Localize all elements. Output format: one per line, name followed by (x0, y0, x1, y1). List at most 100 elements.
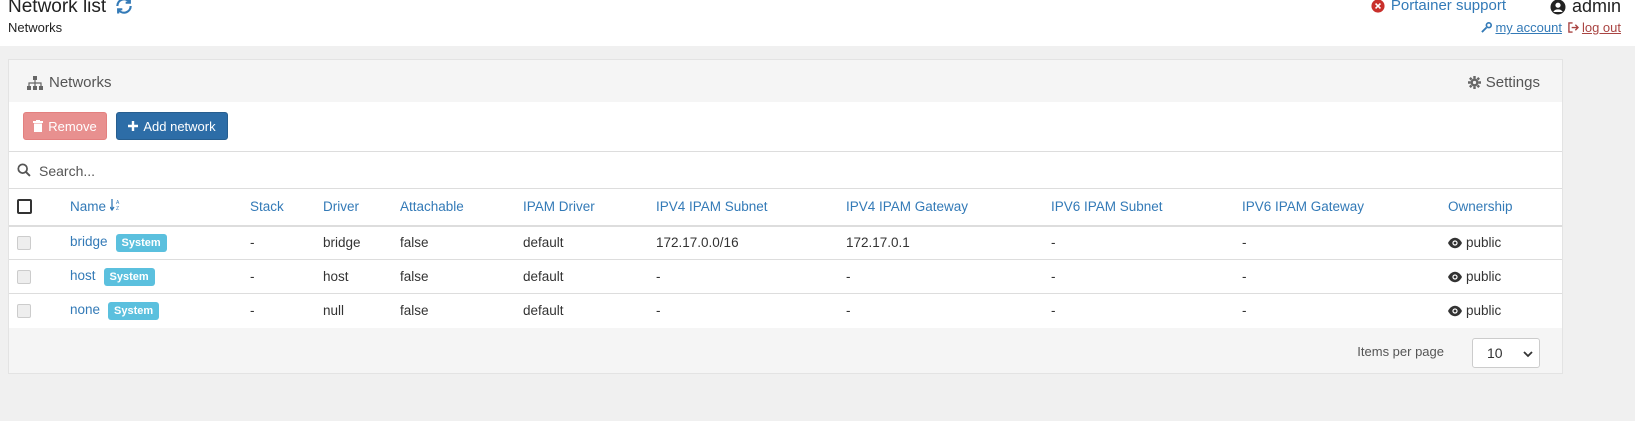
panel-heading: Networks Settings (9, 60, 1562, 102)
ownership-label: public (1466, 235, 1502, 251)
driver-cell: null (323, 303, 345, 319)
name-cell: bridge System (70, 226, 250, 260)
ownership-cell: public (1448, 226, 1562, 260)
select-all-checkbox[interactable] (17, 199, 32, 215)
ownership-cell: public (1448, 294, 1562, 328)
username: admin (1571, 0, 1621, 16)
my-account-label: my account (1495, 20, 1562, 35)
column-attachable[interactable]: Attachable (400, 189, 523, 226)
sign-out-icon (1568, 22, 1579, 33)
sitemap-icon (27, 75, 43, 90)
ipv4-subnet-cell: - (656, 303, 661, 319)
add-network-button[interactable]: Add network (116, 112, 228, 140)
select-all-header (9, 189, 70, 226)
attachable-cell: false (400, 235, 429, 251)
refresh-icon[interactable] (114, 0, 136, 18)
page-title-text: Network list (8, 0, 107, 17)
settings-button[interactable]: Settings (1467, 74, 1540, 91)
system-badge: System (103, 267, 155, 286)
stack-cell: - (250, 269, 255, 284)
stack-cell: - (250, 235, 255, 251)
user-menu: admin (1550, 0, 1621, 17)
column-ipv4-subnet[interactable]: IPV4 IPAM Subnet (656, 189, 846, 226)
driver-cell: bridge (323, 235, 361, 251)
stack-cell: - (250, 303, 255, 319)
portainer-support-link[interactable]: Portainer support (1371, 0, 1506, 14)
column-name[interactable]: Name AZ (70, 189, 250, 226)
table-row: none System - null false default - - - - … (9, 294, 1562, 328)
user-circle-icon (1550, 0, 1566, 14)
networks-panel: Networks Settings Remove Add network Nam… (8, 59, 1563, 374)
gear-icon (1467, 76, 1481, 89)
ipv4-gateway-cell: 172.17.0.1 (846, 235, 910, 251)
ipv4-subnet-cell: 172.17.0.0/16 (656, 235, 739, 251)
column-stack[interactable]: Stack (250, 189, 323, 226)
table-header-row: Name AZ Stack Driver Attachable IPAM Dri… (9, 188, 1562, 226)
account-links: my account log out (1481, 20, 1621, 35)
ipam-driver-cell: default (523, 269, 564, 284)
ipv4-subnet-cell: - (656, 269, 661, 284)
eye-icon (1448, 305, 1462, 316)
column-ipv6-subnet[interactable]: IPV6 IPAM Subnet (1051, 189, 1242, 226)
ipv6-subnet-cell: - (1051, 235, 1056, 251)
system-badge: System (115, 233, 167, 252)
svg-text:Z: Z (116, 206, 119, 211)
network-name-link[interactable]: bridge (70, 234, 108, 249)
sort-alpha-icon: AZ (109, 199, 120, 212)
search-input[interactable] (37, 158, 741, 184)
row-checkbox-cell (9, 294, 70, 328)
ipv4-gateway-cell: - (846, 269, 851, 284)
ownership-label: public (1466, 303, 1502, 319)
ownership-cell: public (1448, 260, 1562, 294)
search-bar (9, 151, 1562, 188)
ipv6-subnet-cell: - (1051, 269, 1056, 284)
remove-button[interactable]: Remove (23, 112, 107, 140)
system-badge: System (108, 301, 160, 320)
column-ipv6-gateway[interactable]: IPV6 IPAM Gateway (1242, 189, 1448, 226)
attachable-cell: false (400, 269, 429, 284)
row-checkbox[interactable] (17, 235, 31, 250)
row-checkbox-cell (9, 226, 70, 260)
column-ipv4-gateway[interactable]: IPV4 IPAM Gateway (846, 189, 1051, 226)
table-row: bridge System - bridge false default 172.… (9, 226, 1562, 260)
chevron-down-icon (1523, 351, 1533, 358)
network-name-link[interactable]: none (70, 302, 100, 317)
page-title: Network list (8, 0, 136, 18)
times-circle-icon (1371, 0, 1385, 13)
panel-title-text: Networks (49, 74, 112, 91)
ipv6-gateway-cell: - (1242, 303, 1247, 319)
ipam-driver-cell: default (523, 235, 564, 251)
plus-icon (128, 121, 139, 131)
my-account-link[interactable]: my account (1481, 20, 1562, 35)
column-name-label: Name (70, 199, 107, 215)
trash-icon (33, 120, 44, 132)
ipv6-gateway-cell: - (1242, 235, 1247, 251)
column-ownership[interactable]: Ownership (1448, 189, 1562, 226)
table-row: host System - host false default - - - - … (9, 260, 1562, 294)
table-footer: Items per page 10 (9, 328, 1562, 374)
network-name-link[interactable]: host (70, 268, 96, 283)
eye-icon (1448, 237, 1462, 248)
ownership-label: public (1466, 269, 1502, 284)
row-checkbox[interactable] (17, 303, 31, 318)
items-per-page-select[interactable]: 10 (1472, 338, 1540, 368)
eye-icon (1448, 271, 1462, 282)
log-out-label: log out (1581, 20, 1621, 35)
attachable-cell: false (400, 303, 429, 319)
row-checkbox[interactable] (17, 269, 31, 284)
items-per-page-label: Items per page (1357, 344, 1444, 359)
column-driver[interactable]: Driver (323, 189, 400, 226)
row-checkbox-cell (9, 260, 70, 294)
ipv4-gateway-cell: - (846, 303, 851, 319)
networks-table: Name AZ Stack Driver Attachable IPAM Dri… (9, 188, 1562, 328)
breadcrumb: Networks (8, 20, 63, 35)
column-ipam-driver[interactable]: IPAM Driver (523, 189, 656, 226)
items-per-page-value: 10 (1487, 345, 1503, 361)
log-out-link[interactable]: log out (1568, 20, 1621, 35)
wrench-icon (1481, 22, 1493, 33)
support-label: Portainer support (1390, 0, 1506, 14)
actions-bar: Remove Add network (9, 102, 1562, 151)
panel-title: Networks (27, 74, 112, 91)
driver-cell: host (323, 269, 349, 284)
search-icon (17, 163, 31, 177)
